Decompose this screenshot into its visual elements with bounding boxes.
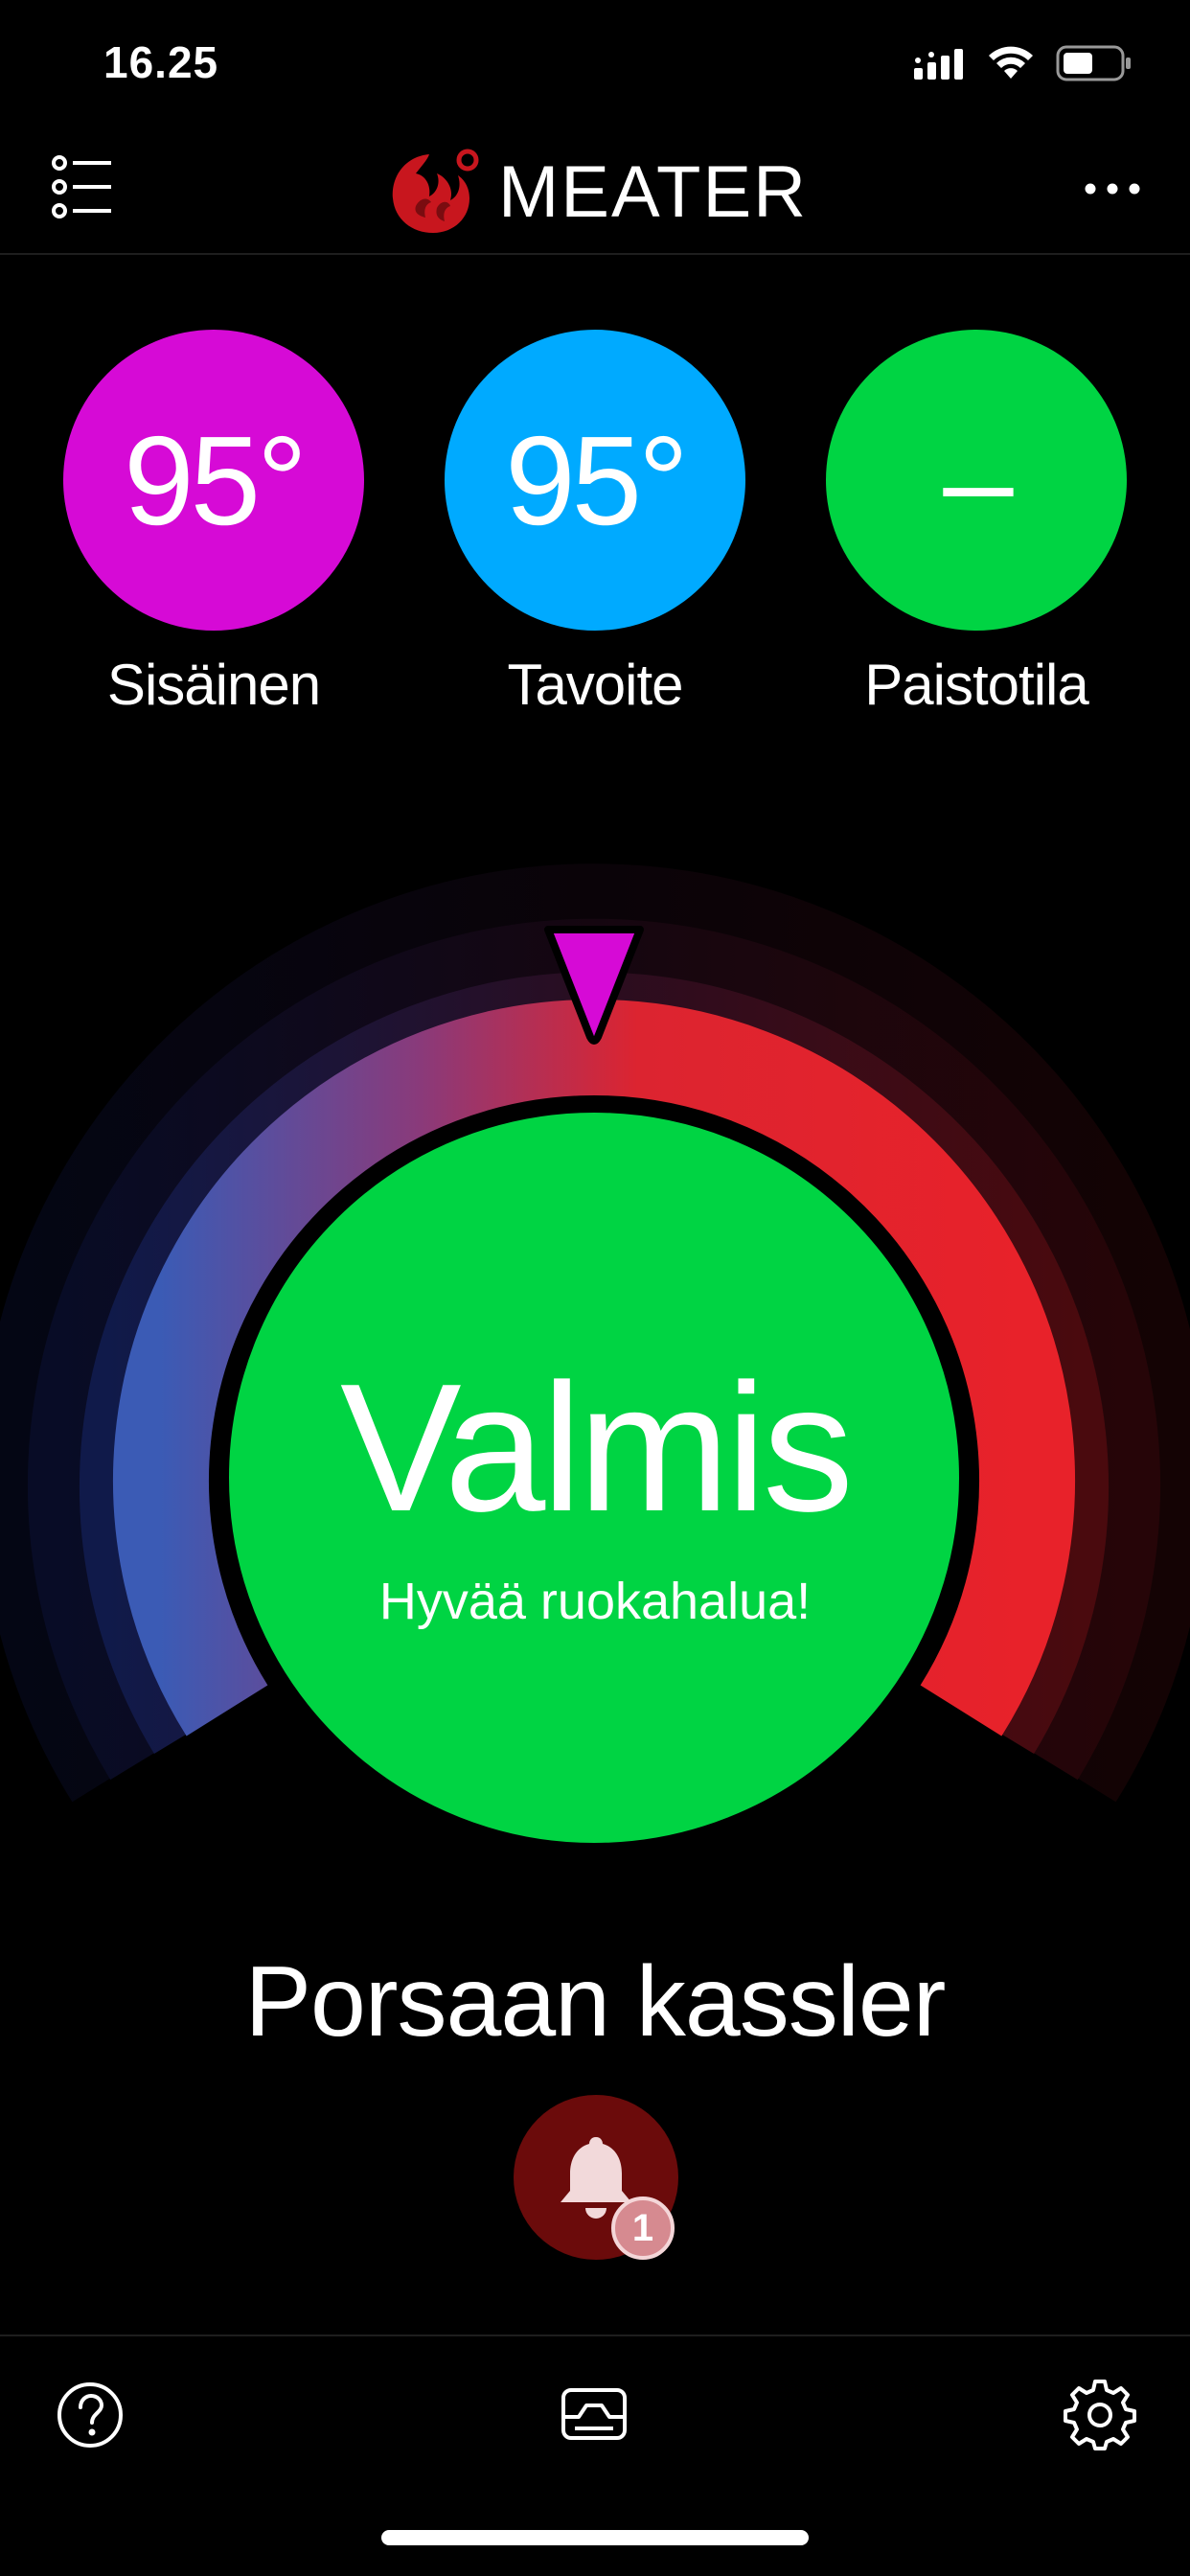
battery-icon [1056,45,1131,81]
more-options-button[interactable] [1079,165,1146,213]
target-temp-circle: 95° [445,330,745,631]
more-dots-icon [1085,183,1140,195]
internal-temp-value: 95° [124,409,308,551]
internal-temp-label: Sisäinen [106,653,321,717]
brand-name: MEATER [498,150,809,233]
alarm-count-badge: 1 [611,2196,675,2260]
settings-gear-icon [1064,2380,1136,2450]
menu-button[interactable] [50,153,117,220]
status-time: 16.25 [103,37,219,87]
graph-button[interactable] [558,2379,630,2451]
internal-temp-circle: 95° [63,330,364,631]
cook-status-subtitle: Hyvää ruokahalua! [378,1573,812,1630]
home-indicator[interactable] [381,2530,809,2545]
header-divider [0,253,1190,255]
bottom-divider [0,2334,1190,2336]
help-icon [57,2382,123,2448]
graph-icon [561,2388,627,2440]
settings-button[interactable] [1064,2379,1136,2451]
target-temp-stat[interactable]: 95° Tavoite [445,330,745,718]
help-button[interactable] [54,2379,126,2451]
cellular-signal-icon [914,49,963,80]
target-temp-value: 95° [505,409,689,551]
brand-logo: MEATER [387,146,808,238]
target-temp-label: Tavoite [507,653,683,717]
cook-mode-label: Paistotila [864,653,1088,717]
food-name[interactable]: Porsaan kassler [0,1945,1190,2059]
cook-mode-stat[interactable]: – Paistotila [826,330,1127,718]
wifi-icon [989,46,1033,79]
cook-status-title: Valmis [340,1346,854,1550]
cook-mode-value: – [943,409,1013,551]
internal-temp-stat[interactable]: 95° Sisäinen [63,330,364,718]
cook-mode-circle: – [826,330,1127,631]
status-icons [914,44,1133,82]
list-menu-icon [52,155,111,218]
meater-flame-logo-icon [392,149,479,233]
